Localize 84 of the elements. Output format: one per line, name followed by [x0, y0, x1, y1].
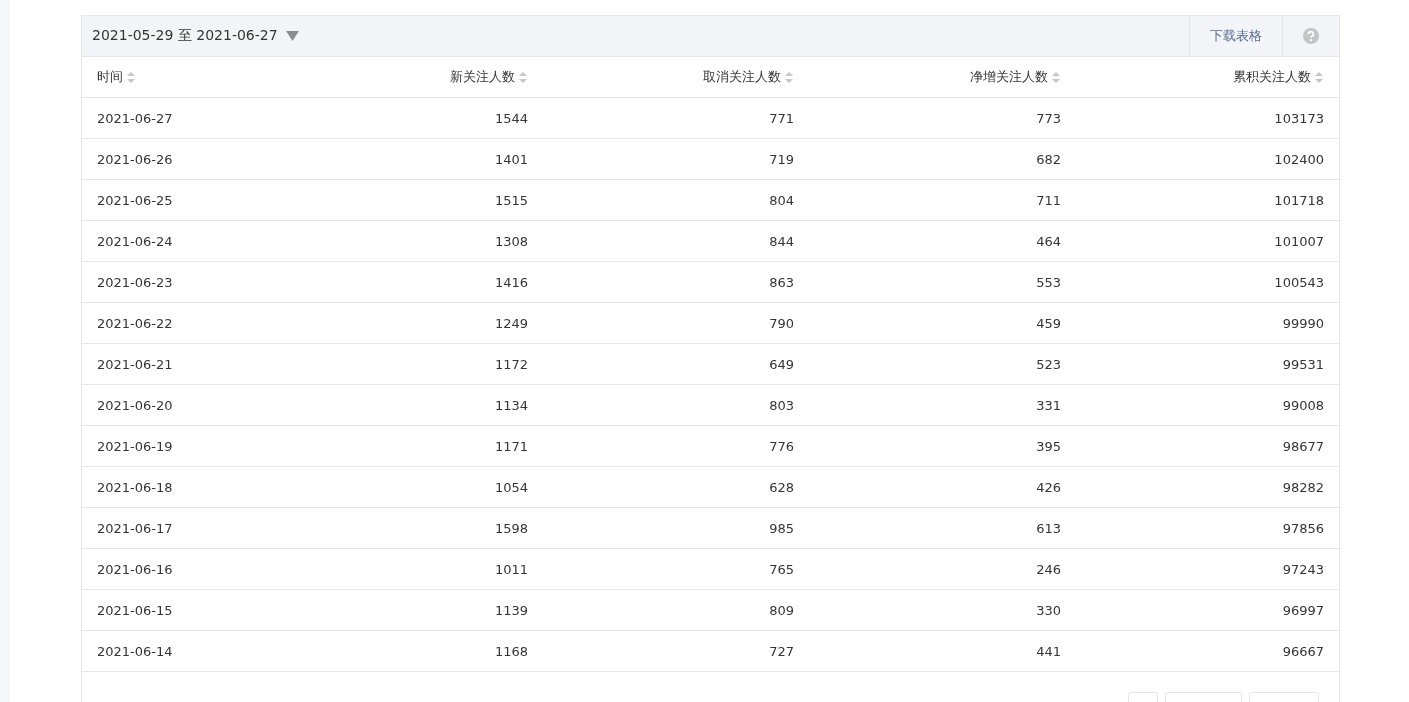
table-cell-text: 1544	[493, 110, 529, 126]
table-cell-text: 2021-06-17	[96, 520, 174, 536]
table-cell-text: 99008	[1281, 397, 1325, 413]
table-cell-text: 96667	[1281, 643, 1325, 659]
table-cell-text: 2021-06-19	[96, 438, 174, 454]
table-cell-text: 100543	[1273, 274, 1325, 290]
table-cell-text: 102400	[1273, 151, 1325, 167]
table-cell-text: 2021-06-27	[96, 110, 174, 126]
table-cell-text: 98677	[1281, 438, 1325, 454]
table-cell-text: 1515	[493, 192, 529, 208]
table-cell-text: 1054	[493, 479, 529, 495]
table-cell-text: 790	[768, 315, 795, 331]
table-cell-text: 776	[768, 438, 795, 454]
table-cell-text: 719	[768, 151, 795, 167]
table-cell-text: 246	[1035, 561, 1062, 577]
table-cell-text: 523	[1035, 356, 1062, 372]
table-cell-text: 771	[768, 110, 795, 126]
sort-icon[interactable]	[1051, 70, 1061, 84]
table-cell-text: 553	[1035, 274, 1062, 290]
sort-icon[interactable]	[126, 70, 136, 84]
table-cell-text: 985	[768, 520, 795, 536]
table-cell-text: 97243	[1281, 561, 1325, 577]
table-cell-text: 613	[1035, 520, 1062, 536]
table-cell-text: 844	[768, 233, 795, 249]
table-cell-text: 1139	[493, 602, 529, 618]
table-cell-text: 459	[1035, 315, 1062, 331]
table-cell-text: 628	[768, 479, 795, 495]
sort-icon[interactable]	[1314, 70, 1324, 84]
table-cell-text: 773	[1035, 110, 1062, 126]
table-cell-text: 2021-06-20	[96, 397, 174, 413]
table-cell-text: 103173	[1273, 110, 1325, 126]
column-header[interactable]: 累积关注人数	[1233, 68, 1311, 86]
table-cell-text: 804	[768, 192, 795, 208]
table-cell-text: 1249	[493, 315, 529, 331]
help-icon[interactable]	[1303, 28, 1319, 44]
column-header[interactable]: 时间	[97, 68, 123, 86]
table-cell-text: 395	[1035, 438, 1062, 454]
table-cell-text: 97856	[1281, 520, 1325, 536]
table-cell-text: 727	[768, 643, 795, 659]
table-cell-text: 99990	[1281, 315, 1325, 331]
table-cell-text: 1308	[493, 233, 529, 249]
table-cell-text: 2021-06-24	[96, 233, 174, 249]
table-cell-text: 1401	[493, 151, 529, 167]
table-cell-text: 1171	[493, 438, 529, 454]
table-cell-text: 649	[768, 356, 795, 372]
table-cell-text: 101007	[1273, 233, 1325, 249]
table-cell-text: 1416	[493, 274, 529, 290]
date-range-dropdown[interactable]: 2021-05-29 至 2021-06-27	[82, 16, 1189, 56]
column-header[interactable]: 净增关注人数	[970, 68, 1048, 86]
table-cell-text: 1172	[493, 356, 529, 372]
table-cell-text: 101718	[1273, 192, 1325, 208]
table-cell-text: 1598	[493, 520, 529, 536]
table-cell-text: 809	[768, 602, 795, 618]
table-cell-text: 98282	[1281, 479, 1325, 495]
table-cell-text: 2021-06-14	[96, 643, 174, 659]
table-cell-text: 2021-06-26	[96, 151, 174, 167]
table-cell-text: 2021-06-22	[96, 315, 174, 331]
table-cell-text: 682	[1035, 151, 1062, 167]
table-cell-text: 331	[1035, 397, 1062, 413]
table-cell-text: 2021-06-16	[96, 561, 174, 577]
table-cell-text: 2021-06-15	[96, 602, 174, 618]
table-cell-text: 441	[1035, 643, 1062, 659]
sort-icon[interactable]	[518, 70, 528, 84]
table-cell-text: 1134	[493, 397, 529, 413]
table-cell-text: 803	[768, 397, 795, 413]
caret-icon[interactable]	[285, 31, 299, 41]
column-header[interactable]: 新关注人数	[450, 68, 515, 86]
table-cell-text: 2021-06-21	[96, 356, 174, 372]
sort-icon[interactable]	[784, 70, 794, 84]
column-header[interactable]: 取消关注人数	[703, 68, 781, 86]
table-cell-text: 426	[1035, 479, 1062, 495]
download-table-button[interactable]: 下载表格	[1189, 16, 1282, 56]
table-cell-text: 863	[768, 274, 795, 290]
table-cell-text: 2021-06-18	[96, 479, 174, 495]
table-cell-text: 711	[1035, 192, 1062, 208]
table-cell-text: 464	[1035, 233, 1062, 249]
table-cell-text: 2021-06-23	[96, 274, 174, 290]
table-cell-text: 1011	[493, 561, 529, 577]
table-cell-text: 2021-06-25	[96, 192, 174, 208]
table-cell-text: 99531	[1281, 356, 1325, 372]
table-cell-text: 96997	[1281, 602, 1325, 618]
table-cell-text: 765	[768, 561, 795, 577]
table-cell-text: 330	[1035, 602, 1062, 618]
table-cell-text: 1168	[493, 643, 529, 659]
